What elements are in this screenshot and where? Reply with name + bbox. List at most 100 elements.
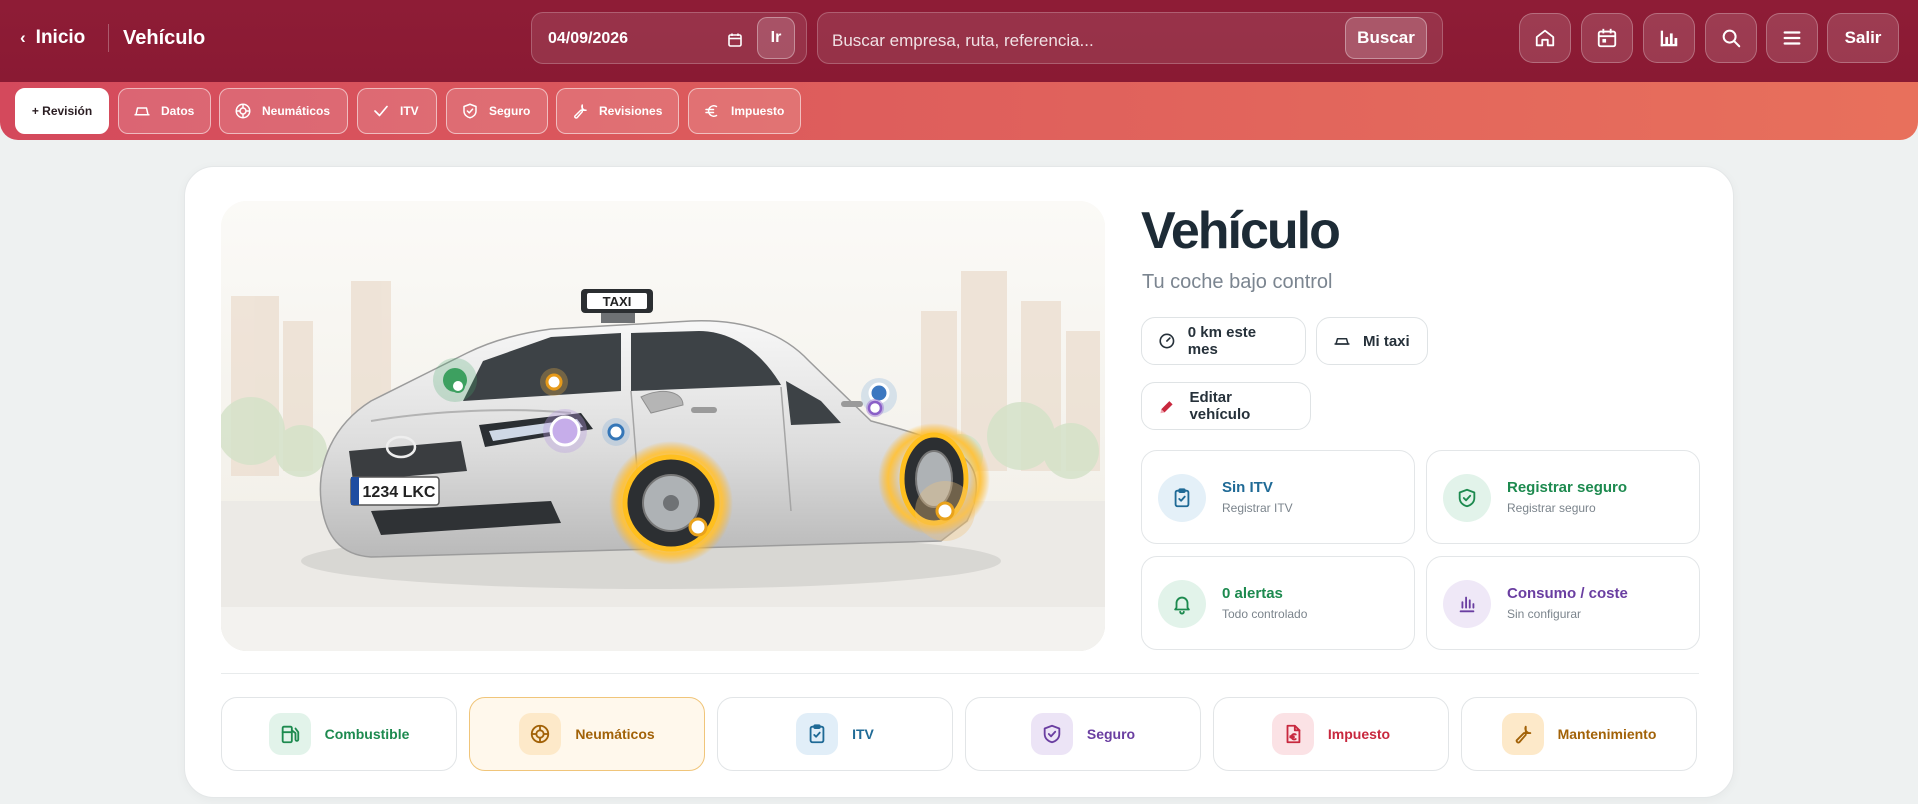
tile-seguro[interactable]: Seguro	[965, 697, 1201, 771]
subnav-item-itv[interactable]: ITV	[357, 88, 437, 134]
hotspot-marker[interactable]	[433, 358, 477, 402]
calendar-icon	[1597, 28, 1617, 48]
search-button-icon[interactable]	[1705, 13, 1757, 63]
vehicle-card: 1234 LKC TAXI Vehículo Tu coche bajo con…	[184, 166, 1734, 798]
taxi-sign: TAXI	[603, 294, 632, 309]
date-field[interactable]: 04/09/2026 Ir	[531, 12, 807, 64]
stats-button[interactable]	[1643, 13, 1695, 63]
date-value: 04/09/2026	[548, 30, 629, 47]
subnav-label: Impuesto	[731, 104, 785, 118]
shield-check-icon	[463, 103, 477, 119]
menu-icon	[1783, 31, 1801, 45]
tile-impuesto[interactable]: Impuesto	[1213, 697, 1449, 771]
calendar-button[interactable]	[1581, 13, 1633, 63]
speedometer-icon	[1159, 333, 1175, 349]
tile-combustible[interactable]: Combustible	[221, 697, 457, 771]
tile-label: Mantenimiento	[1557, 726, 1657, 742]
subnav-label: Revisiones	[599, 104, 663, 118]
pencil-icon	[1160, 401, 1173, 414]
clipboard-icon	[1158, 474, 1206, 522]
tile-label: Impuesto	[1327, 726, 1391, 742]
home-icon	[1535, 29, 1555, 47]
hotspot-marker[interactable]	[602, 418, 630, 446]
bell-icon	[1158, 580, 1206, 628]
subnav-item-impuesto[interactable]: Impuesto	[688, 88, 801, 134]
bar-chart-icon	[1443, 580, 1491, 628]
divider	[221, 673, 1699, 674]
status-card-alerts[interactable]: 0 alertas Todo controlado	[1141, 556, 1415, 650]
shield-check-icon	[1030, 713, 1073, 755]
search-button[interactable]: Buscar	[1345, 17, 1427, 59]
page-title: Vehículo	[123, 27, 206, 49]
taxi-illustration: 1234 LKC TAXI	[221, 201, 1105, 651]
search-icon	[1722, 29, 1741, 48]
top-bar: ‹ Inicio Vehículo 04/09/2026 Ir Buscar e…	[0, 0, 1918, 82]
status-title: Sin ITV	[1222, 479, 1273, 496]
status-title: Consumo / coste	[1507, 585, 1628, 602]
vehicle-name: Mi taxi	[1363, 332, 1410, 350]
subnav-label: Datos	[161, 104, 195, 118]
tile-neumaticos[interactable]: Neumáticos	[469, 697, 705, 771]
tire-icon	[519, 713, 562, 755]
bar-chart-icon	[1660, 30, 1678, 47]
back-link[interactable]: ‹ Inicio	[20, 24, 85, 52]
tire-icon	[235, 103, 251, 119]
tile-label: Neumáticos	[575, 726, 655, 742]
status-subtitle: Todo controlado	[1222, 607, 1308, 621]
menu-button[interactable]	[1766, 13, 1818, 63]
status-subtitle: Sin configurar	[1507, 607, 1582, 621]
chevron-left-icon: ‹	[20, 28, 26, 47]
hotspot-marker[interactable]	[540, 368, 568, 396]
vehicle-illustration: 1234 LKC TAXI	[221, 201, 1105, 651]
status-title: 0 alertas	[1222, 585, 1283, 602]
subnav-item-datos[interactable]: Datos	[118, 88, 211, 134]
sub-nav: + Revisión Datos Neumáticos ITV Seguro R…	[0, 82, 1918, 140]
wrench-icon	[1501, 713, 1544, 755]
hotspot-marker[interactable]	[915, 481, 975, 541]
back-label: Inicio	[35, 27, 86, 48]
status-card-consumo[interactable]: Consumo / coste Sin configurar	[1426, 556, 1700, 650]
status-card-seguro[interactable]: Registrar seguro Registrar seguro	[1426, 450, 1700, 544]
exit-button[interactable]: Salir	[1827, 13, 1899, 63]
status-card-itv[interactable]: Sin ITV Registrar ITV	[1141, 450, 1415, 544]
subnav-label: Neumáticos	[262, 104, 331, 118]
tile-label: Seguro	[1086, 726, 1136, 742]
search-placeholder: Buscar empresa, ruta, referencia...	[832, 31, 1094, 50]
edit-vehicle-button[interactable]: Editar vehículo	[1141, 382, 1311, 430]
vehicle-title: Vehículo	[1141, 202, 1341, 260]
tile-label: Combustible	[324, 726, 410, 742]
shield-check-icon	[1443, 474, 1491, 522]
wrench-icon	[574, 104, 587, 119]
subnav-item-revisiones[interactable]: Revisiones	[556, 88, 679, 134]
edit-vehicle-label: Editar vehículo	[1189, 389, 1251, 423]
fuel-icon	[268, 713, 311, 755]
euro-icon	[705, 105, 718, 117]
hotspot-marker[interactable]	[543, 409, 587, 453]
km-label: 0 km este mes	[1187, 324, 1257, 358]
subnav-label: Seguro	[489, 104, 531, 118]
clipboard-icon	[796, 713, 839, 755]
go-button[interactable]: Ir	[757, 17, 795, 59]
search-input[interactable]: Buscar empresa, ruta, referencia... Busc…	[817, 12, 1443, 64]
tile-mantenimiento[interactable]: Mantenimiento	[1461, 697, 1697, 771]
hotspot-marker[interactable]	[688, 517, 708, 537]
illustration-footer	[221, 607, 1105, 651]
car-icon	[134, 107, 150, 116]
status-title: Registrar seguro	[1507, 479, 1628, 496]
subnav-label: ITV	[400, 104, 419, 118]
home-button[interactable]	[1519, 13, 1571, 63]
car-icon	[1334, 338, 1350, 345]
license-plate: 1234 LKC	[363, 484, 436, 501]
tile-itv[interactable]: ITV	[717, 697, 953, 771]
tile-label: ITV	[852, 726, 874, 742]
status-subtitle: Registrar ITV	[1222, 501, 1293, 515]
km-pill: 0 km este mes	[1141, 317, 1306, 365]
new-revision-button[interactable]: + Revisión	[15, 88, 109, 134]
subnav-item-neumaticos[interactable]: Neumáticos	[219, 88, 348, 134]
document-euro-icon	[1271, 713, 1314, 755]
check-icon	[374, 105, 388, 117]
divider	[108, 24, 109, 52]
calendar-icon[interactable]	[728, 33, 742, 47]
vehicle-name-pill[interactable]: Mi taxi	[1316, 317, 1428, 365]
subnav-item-seguro[interactable]: Seguro	[446, 88, 548, 134]
